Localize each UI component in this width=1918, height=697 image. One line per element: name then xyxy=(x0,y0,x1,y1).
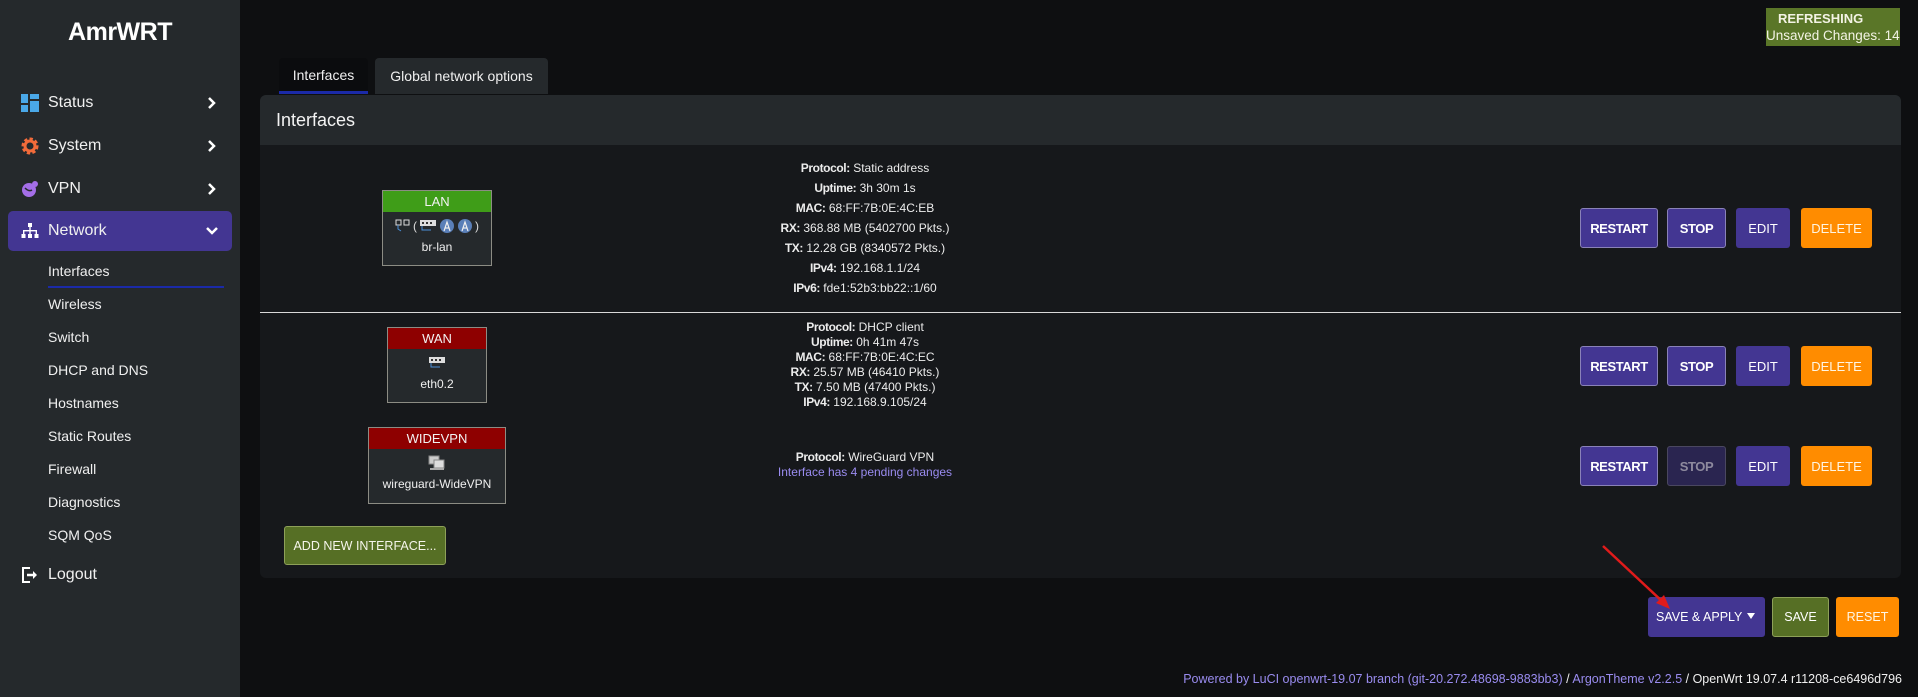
delete-button-widevpn[interactable]: DELETE xyxy=(1801,446,1872,486)
submenu-static-routes[interactable]: Static Routes xyxy=(48,428,131,444)
sidebar-item-label: Status xyxy=(48,94,94,111)
refreshing-label: REFRESHING xyxy=(1778,11,1864,26)
info-mac: MAC: 68:FF:7B:0E:4C:EB xyxy=(795,201,935,215)
luci-link[interactable]: Powered by LuCI openwrt-19.07 branch (gi… xyxy=(1183,672,1562,686)
chevron-right-icon xyxy=(204,138,220,154)
globe-icon xyxy=(20,179,40,199)
chevron-down-icon xyxy=(204,223,220,239)
interface-name: LAN xyxy=(383,191,491,212)
sidebar-item-label: Logout xyxy=(48,566,97,583)
info-uptime: Uptime: 3h 30m 1s xyxy=(814,181,916,195)
info-tx: TX: 12.28 GB (8340572 Pkts.) xyxy=(784,241,946,255)
info-tx: TX: 7.50 MB (47400 Pkts.) xyxy=(794,380,936,394)
sidebar-item-label: System xyxy=(48,137,102,154)
restart-button-wan[interactable]: RESTART xyxy=(1580,346,1658,386)
changes-indicator[interactable]: REFRESHING Unsaved Changes: 14 xyxy=(1766,8,1900,46)
sidebar-item-vpn[interactable]: VPN xyxy=(8,169,232,209)
info-mac: MAC: 68:FF:7B:0E:4C:EC xyxy=(795,350,935,364)
sidebar-item-label: VPN xyxy=(48,180,81,197)
dropdown-caret-icon[interactable] xyxy=(1747,613,1755,619)
save-apply-label: SAVE & APPLY xyxy=(1656,610,1743,624)
interface-name: WAN xyxy=(388,328,486,349)
interface-device-icons xyxy=(369,452,505,474)
ethernet-switch-icon xyxy=(420,220,436,231)
submenu-interfaces[interactable]: Interfaces xyxy=(48,263,109,279)
panel-title: Interfaces xyxy=(276,110,356,130)
info-protocol: Protocol: DHCP client xyxy=(806,320,924,334)
interface-badge-wan: WAN eth0.2 xyxy=(387,327,487,403)
delete-button-wan[interactable]: DELETE xyxy=(1801,346,1872,386)
reset-button[interactable]: RESET xyxy=(1836,597,1899,637)
sidebar-item-logout[interactable]: Logout xyxy=(8,555,232,595)
footer: Powered by LuCI openwrt-19.07 branch (gi… xyxy=(1183,672,1902,686)
stop-button-wan[interactable]: STOP xyxy=(1667,346,1726,386)
interface-device: eth0.2 xyxy=(420,377,454,391)
sidebar-item-status[interactable]: Status xyxy=(8,83,232,123)
submenu-wireless[interactable]: Wireless xyxy=(48,296,102,312)
interface-device-icons xyxy=(388,352,486,374)
info-ipv4: IPv4: 192.168.9.105/24 xyxy=(803,395,927,409)
tab-interfaces[interactable]: Interfaces xyxy=(279,58,368,94)
gear-icon xyxy=(20,136,40,156)
edit-button-lan[interactable]: EDIT xyxy=(1736,208,1790,248)
interface-device: br-lan xyxy=(421,240,453,254)
submenu-switch[interactable]: Switch xyxy=(48,329,89,345)
dashboard-icon xyxy=(20,93,40,113)
tunnel-icon xyxy=(428,455,445,470)
tab-global-network-options[interactable]: Global network options xyxy=(375,58,548,94)
add-new-interface-button[interactable]: ADD NEW INTERFACE... xyxy=(284,526,446,565)
submenu-hostnames[interactable]: Hostnames xyxy=(48,395,119,411)
info-rx: RX: 368.88 MB (5402700 Pkts.) xyxy=(780,221,950,235)
theme-link[interactable]: ArgonTheme v2.2.5 xyxy=(1572,672,1682,686)
stop-button-lan[interactable]: STOP xyxy=(1667,208,1726,248)
panel-header: Interfaces xyxy=(260,95,1901,145)
unsaved-changes-count[interactable]: Unsaved Changes: 14 xyxy=(1766,27,1900,45)
submenu-sqm-qos[interactable]: SQM QoS xyxy=(48,527,112,543)
submenu-firewall[interactable]: Firewall xyxy=(48,461,96,477)
interfaces-panel: Interfaces xyxy=(260,95,1901,578)
delete-button-lan[interactable]: DELETE xyxy=(1801,208,1872,248)
bridge-icon xyxy=(395,219,410,232)
interface-info-lan: Protocol: Static address Uptime: 3h 30m … xyxy=(700,158,1030,298)
sidebar: AmrWRT Status System VPN Network Interfa… xyxy=(0,0,240,697)
wifi-icon xyxy=(458,219,472,233)
interface-badge-lan: LAN ( ) br-lan xyxy=(382,190,492,266)
sitemap-icon xyxy=(20,221,40,241)
interface-badge-widevpn: WIDEVPN wireguard-WideVPN xyxy=(368,427,506,504)
logout-icon xyxy=(20,565,40,585)
os-version: OpenWrt 19.07.4 r11208-ce6496d796 xyxy=(1692,672,1902,686)
ethernet-port-icon xyxy=(429,357,445,368)
chevron-right-icon xyxy=(204,95,220,111)
active-submenu-indicator xyxy=(48,286,224,288)
sidebar-item-system[interactable]: System xyxy=(8,126,232,166)
interface-name: WIDEVPN xyxy=(369,428,505,449)
pending-changes-link[interactable]: Interface has 4 pending changes xyxy=(700,465,1030,480)
info-ipv4: IPv4: 192.168.1.1/24 xyxy=(809,261,921,275)
interface-device-icons: ( ) xyxy=(383,215,491,237)
restart-button-lan[interactable]: RESTART xyxy=(1580,208,1658,248)
save-apply-button[interactable]: SAVE & APPLY xyxy=(1648,597,1765,637)
stop-button-widevpn[interactable]: STOP xyxy=(1667,446,1726,486)
interface-info-widevpn: Protocol: WireGuard VPN Interface has 4 … xyxy=(700,450,1030,480)
info-rx: RX: 25.57 MB (46410 Pkts.) xyxy=(790,365,940,379)
submenu-diagnostics[interactable]: Diagnostics xyxy=(48,494,120,510)
edit-button-wan[interactable]: EDIT xyxy=(1736,346,1790,386)
interface-device: wireguard-WideVPN xyxy=(382,477,492,491)
row-divider xyxy=(260,312,1901,313)
info-protocol: Protocol: Static address xyxy=(800,161,930,175)
submenu-dhcp-dns[interactable]: DHCP and DNS xyxy=(48,362,148,378)
info-ipv6: IPv6: fde1:52b3:bb22::1/60 xyxy=(793,281,937,295)
info-protocol: Protocol: WireGuard VPN xyxy=(795,450,935,464)
save-button[interactable]: SAVE xyxy=(1772,597,1829,637)
chevron-right-icon xyxy=(204,181,220,197)
edit-button-widevpn[interactable]: EDIT xyxy=(1736,446,1790,486)
sidebar-item-label: Network xyxy=(48,222,107,239)
wifi-icon xyxy=(440,219,454,233)
info-uptime: Uptime: 0h 41m 47s xyxy=(811,335,919,349)
brand-logo[interactable]: AmrWRT xyxy=(0,18,240,47)
restart-button-widevpn[interactable]: RESTART xyxy=(1580,446,1658,486)
interface-info-wan: Protocol: DHCP client Uptime: 0h 41m 47s… xyxy=(700,320,1030,410)
sidebar-item-network[interactable]: Network xyxy=(8,211,232,251)
